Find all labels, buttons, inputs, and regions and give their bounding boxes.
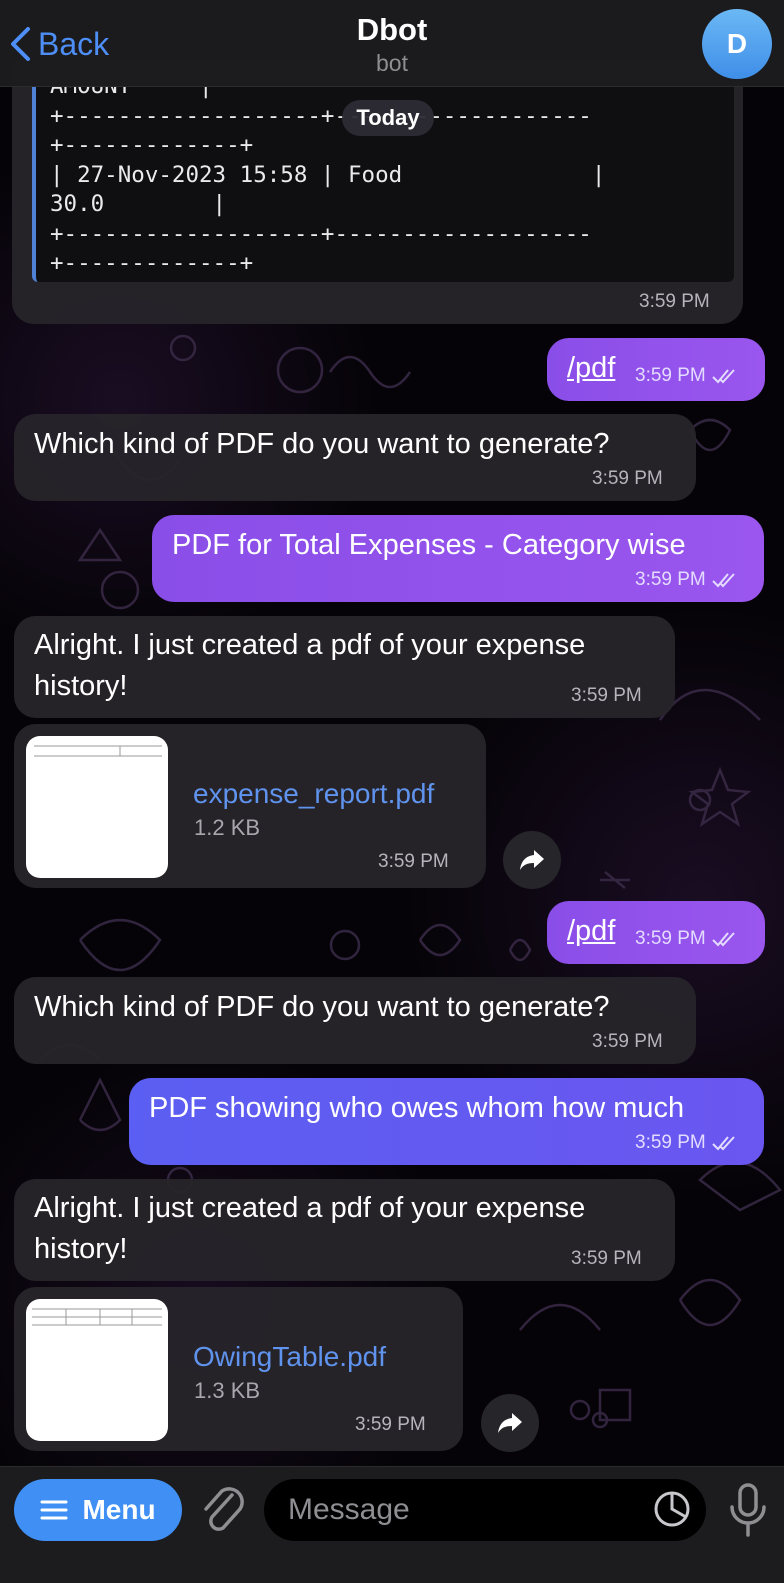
pdf-preview-graphic — [32, 1308, 162, 1326]
message-bubble-outgoing: /pdf 3:59 PM — [547, 338, 765, 401]
avatar[interactable]: D — [702, 9, 772, 79]
double-check-icon — [712, 573, 735, 588]
sticker-icon[interactable] — [652, 1489, 692, 1529]
double-check-icon — [712, 932, 735, 947]
forward-icon — [498, 1413, 522, 1433]
file-size: 1.2 KB — [194, 815, 261, 840]
chat-subtitle: bot — [376, 50, 408, 76]
message-text: PDF showing who owes whom how much — [149, 1092, 685, 1124]
file-message[interactable]: expense_report.pdf 1.2 KB 3:59 PM — [14, 724, 486, 888]
message-bubble-incoming: Alright. I just created a pdf of your ex… — [14, 1179, 675, 1281]
message-time: 3:59 PM — [378, 851, 449, 872]
message-time: 3:59 PM — [639, 291, 710, 312]
message-bubble-outgoing: PDF for Total Expenses - Category wise 3… — [152, 515, 764, 602]
message-time: 3:59 PM — [635, 365, 738, 387]
pdf-preview-graphic — [34, 745, 162, 757]
message-text: Which kind of PDF do you want to generat… — [34, 991, 610, 1023]
double-check-icon — [712, 1136, 735, 1151]
message-time: 3:59 PM — [355, 1414, 426, 1435]
message-time: 3:59 PM — [635, 569, 738, 591]
message-text: Which kind of PDF do you want to generat… — [34, 428, 610, 460]
message-text-line2: history! — [34, 1233, 128, 1265]
message-bubble-outgoing: /pdf 3:59 PM — [547, 901, 765, 964]
menu-label: Menu — [82, 1494, 156, 1525]
pdf-thumbnail[interactable] — [26, 1299, 168, 1441]
message-text-line1: Alright. I just created a pdf of your ex… — [34, 1192, 586, 1224]
microphone-icon[interactable] — [728, 1481, 768, 1539]
message-time: 3:59 PM — [571, 685, 642, 706]
message-text[interactable]: /pdf — [567, 913, 615, 950]
message-text-line1: Alright. I just created a pdf of your ex… — [34, 629, 586, 661]
message-bubble-outgoing: PDF showing who owes whom how much 3:59 … — [129, 1078, 764, 1165]
paperclip-icon[interactable] — [198, 1483, 248, 1537]
pdf-thumbnail[interactable] — [26, 736, 168, 878]
file-message[interactable]: OwingTable.pdf 1.3 KB 3:59 PM — [14, 1287, 463, 1451]
message-input[interactable] — [264, 1479, 706, 1541]
forward-button[interactable] — [481, 1394, 539, 1452]
message-bubble-incoming: Which kind of PDF do you want to generat… — [14, 977, 696, 1064]
message-time: 3:59 PM — [635, 1132, 738, 1154]
bot-menu-button[interactable]: Menu — [14, 1479, 182, 1541]
message-time: 3:59 PM — [571, 1248, 642, 1269]
message-time: 3:59 PM — [592, 1031, 663, 1052]
forward-button[interactable] — [503, 831, 561, 889]
date-separator: Today — [342, 100, 434, 136]
message-time: 3:59 PM — [635, 928, 738, 950]
file-name[interactable]: OwingTable.pdf — [193, 1341, 386, 1373]
message-text[interactable]: /pdf — [567, 350, 615, 387]
message-time: 3:59 PM — [592, 468, 663, 489]
code-text: AMOUNT | +-------------------+----------… — [50, 86, 606, 276]
file-size: 1.3 KB — [194, 1378, 261, 1403]
message-text-line2: history! — [34, 670, 128, 702]
chat-header: Back Dbot bot D — [0, 0, 784, 87]
file-name[interactable]: expense_report.pdf — [193, 778, 434, 810]
message-bubble-incoming: Which kind of PDF do you want to generat… — [14, 414, 696, 501]
message-text: PDF for Total Expenses - Category wise — [172, 529, 686, 561]
double-check-icon — [712, 369, 735, 384]
forward-icon — [520, 850, 544, 870]
hamburger-icon — [40, 1500, 68, 1520]
chat-title[interactable]: Dbot — [0, 12, 784, 48]
message-input-bar: Menu — [0, 1466, 784, 1583]
message-bubble-incoming: Alright. I just created a pdf of your ex… — [14, 616, 675, 718]
